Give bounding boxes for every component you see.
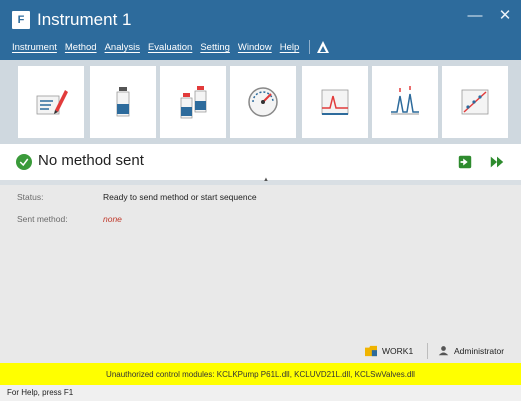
sent-method-label: Sent method:: [17, 214, 68, 224]
menu-method[interactable]: Method: [65, 42, 97, 53]
fast-forward-icon: [490, 156, 504, 168]
close-button[interactable]: ✕: [495, 6, 515, 26]
edit-method-icon: [36, 90, 68, 115]
collapse-arrow-icon[interactable]: ▲: [263, 177, 269, 183]
workspace-indicator[interactable]: WORK1: [364, 345, 413, 357]
sequence-button[interactable]: [160, 66, 226, 138]
status-label: Status:: [17, 192, 44, 202]
minimize-button[interactable]: —: [465, 6, 485, 26]
method-status-bar: No method sent: [0, 144, 521, 180]
start-sequence-button[interactable]: [488, 153, 506, 171]
user-icon: [438, 346, 449, 356]
single-sample-button[interactable]: [90, 66, 156, 138]
peak-integration-button[interactable]: [372, 66, 438, 138]
sent-method-row: Sent method: none: [17, 214, 122, 224]
title-bar: F Instrument 1 — ✕ Instrument Method Ana…: [0, 0, 521, 60]
menu-setting[interactable]: Setting: [200, 42, 230, 53]
workspace-name: WORK1: [382, 346, 414, 356]
monitor-button[interactable]: [230, 66, 296, 138]
send-method-button[interactable]: [456, 153, 474, 171]
sequence-icon: [180, 86, 207, 119]
sent-method-value: none: [103, 214, 122, 224]
status-value: Ready to send method or start sequence: [103, 192, 257, 202]
status-row: Status: Ready to send method or start se…: [17, 192, 257, 202]
menu-instrument[interactable]: Instrument: [12, 42, 57, 53]
unauthorized-modules-warning: Unauthorized control modules: KCLKPump P…: [0, 363, 521, 385]
method-status-title: No method sent: [38, 152, 144, 169]
monitor-gauge-icon: [248, 87, 278, 117]
menu-separator: [309, 40, 311, 54]
peak-integration-icon: [391, 86, 419, 115]
help-status-line: For Help, press F1: [0, 385, 521, 401]
edit-method-button[interactable]: [18, 66, 84, 138]
chromatogram-icon: [321, 89, 349, 115]
app-icon: F: [12, 11, 30, 29]
calibration-button[interactable]: [442, 66, 508, 138]
send-method-icon: [458, 155, 472, 169]
window-controls: — ✕: [465, 6, 515, 26]
user-name: Administrator: [454, 345, 505, 356]
footer-divider: [427, 343, 428, 359]
window-title-row: F Instrument 1: [12, 10, 132, 30]
check-circle-icon: [16, 154, 32, 170]
menu-analysis[interactable]: Analysis: [105, 42, 140, 53]
window-title: Instrument 1: [37, 10, 132, 29]
toolbar: [0, 60, 521, 144]
menu-bar: Instrument Method Analysis Evaluation Se…: [12, 39, 330, 55]
user-indicator[interactable]: Administrator: [438, 345, 504, 356]
folder-icon: [365, 345, 377, 357]
chromatogram-button[interactable]: [302, 66, 368, 138]
menu-evaluation[interactable]: Evaluation: [148, 42, 192, 53]
single-sample-icon: [116, 87, 130, 117]
calibration-icon: [461, 89, 489, 115]
status-info-panel: Status: Ready to send method or start se…: [0, 185, 521, 363]
brand-logo-icon[interactable]: [316, 40, 330, 54]
menu-help[interactable]: Help: [280, 42, 300, 53]
menu-window[interactable]: Window: [238, 42, 272, 53]
